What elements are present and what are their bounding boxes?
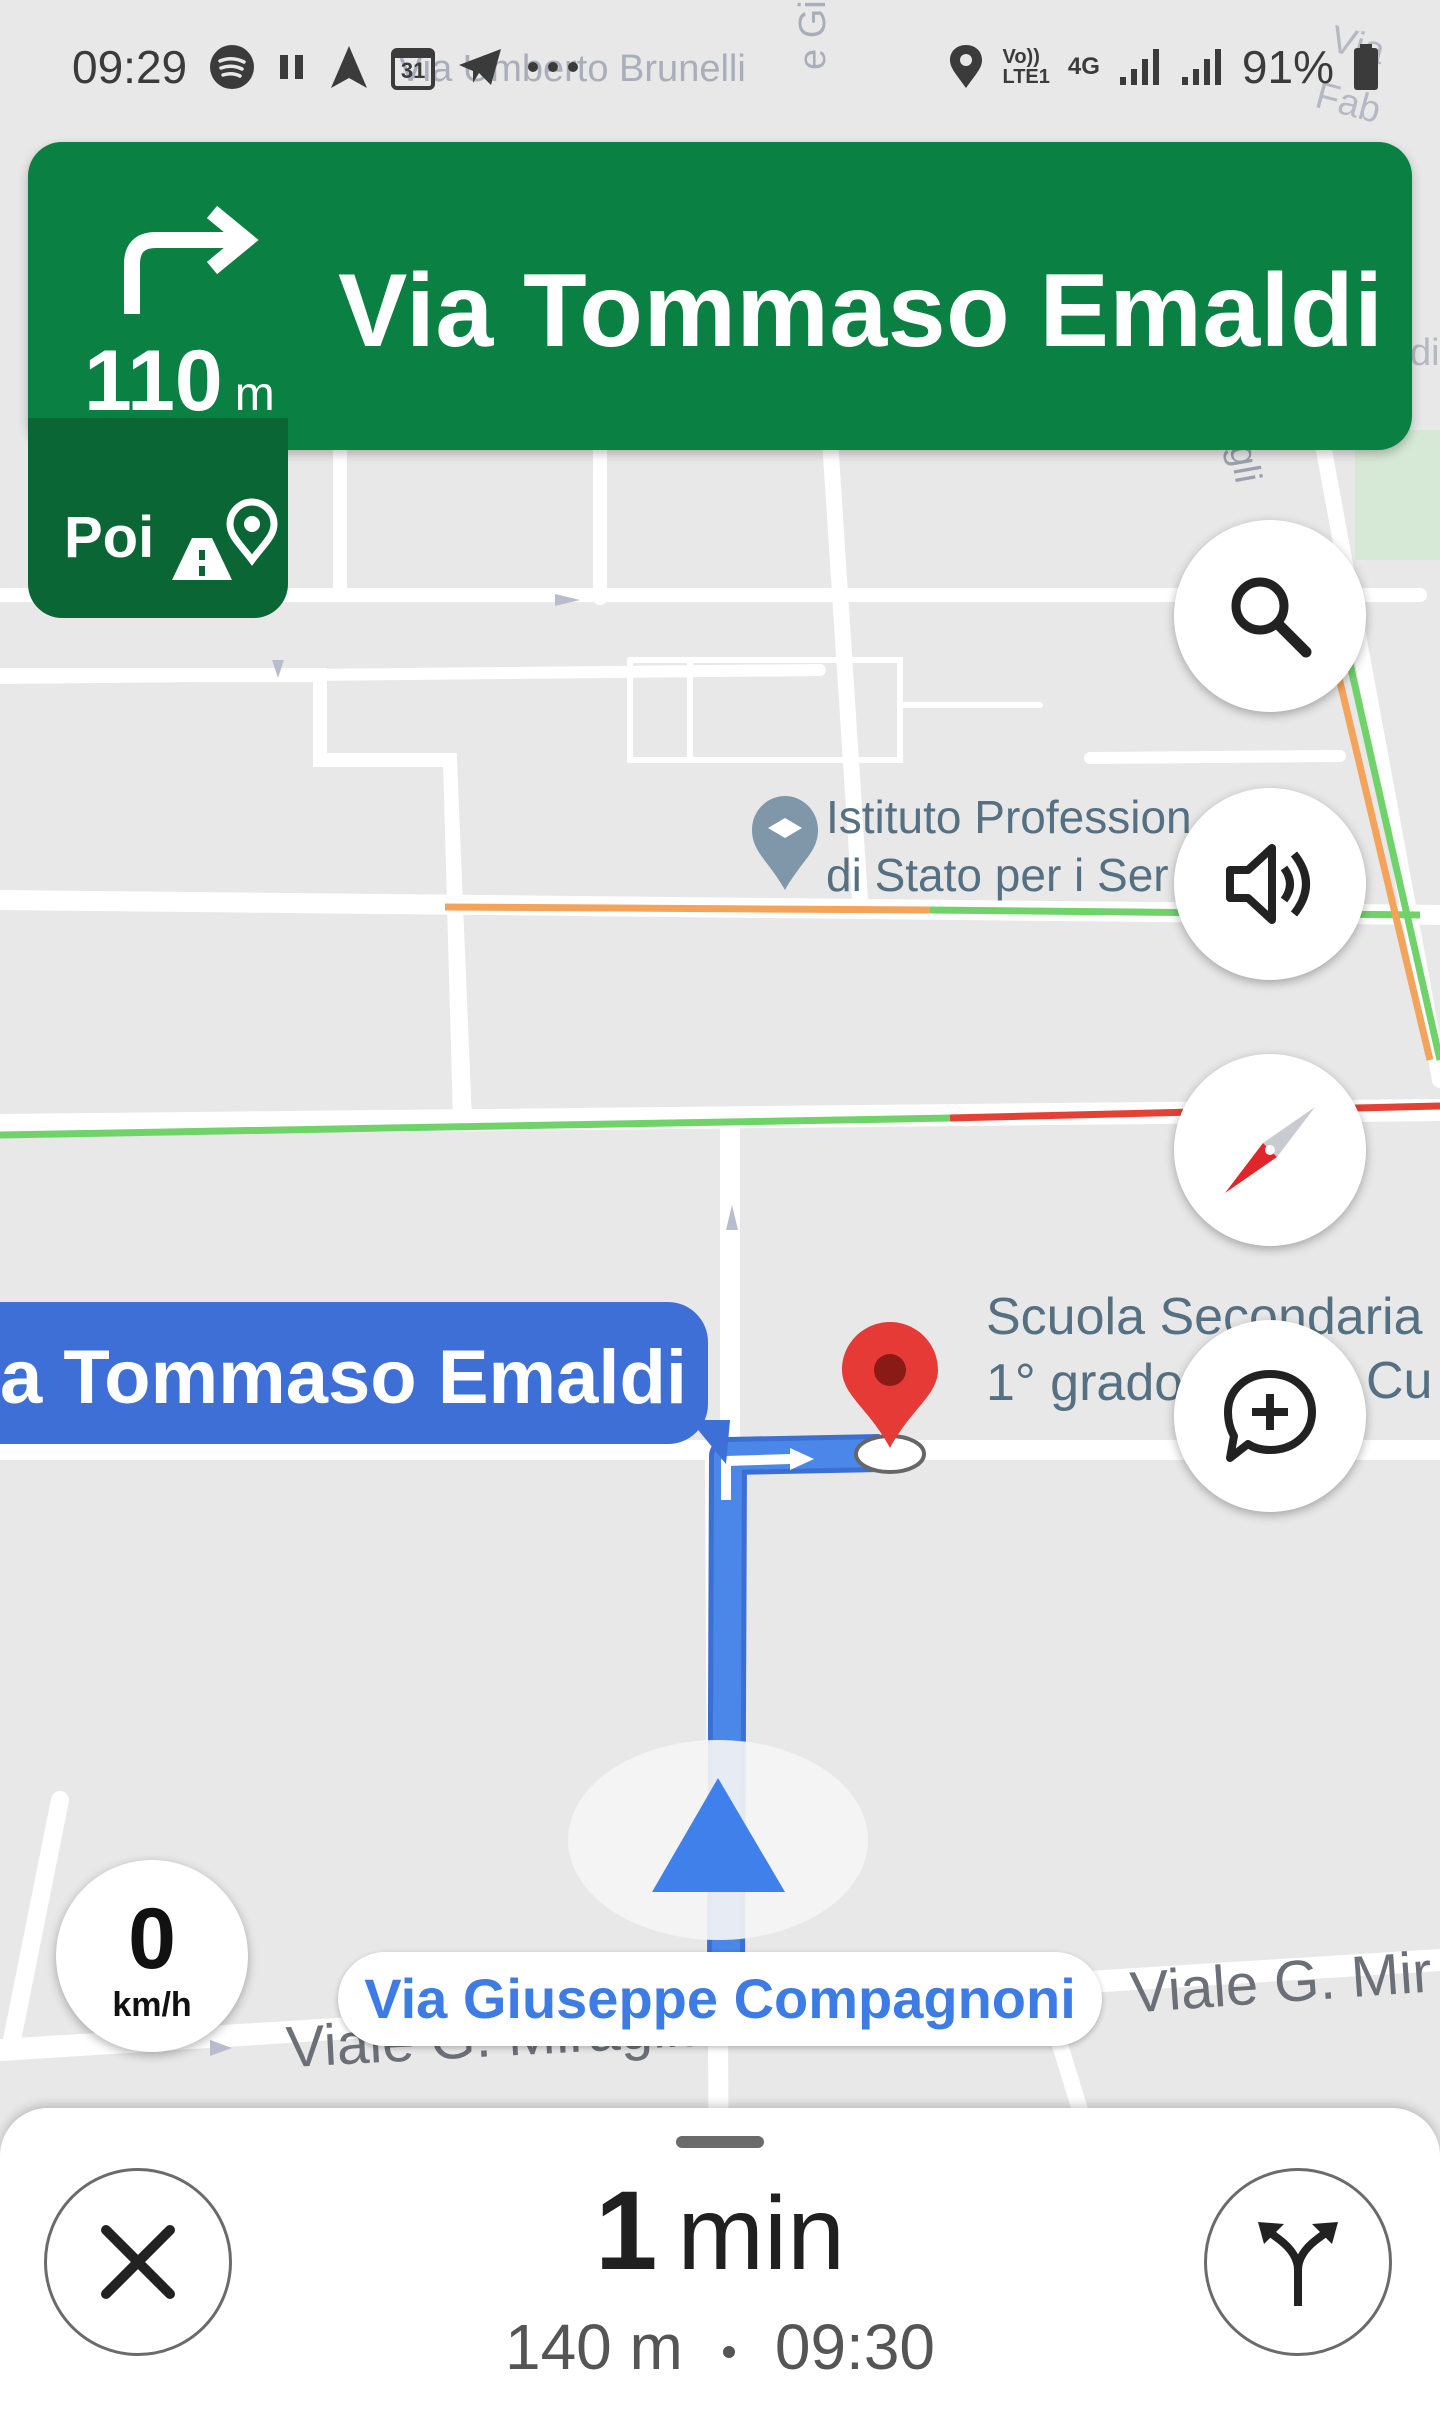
drag-handle[interactable] <box>676 2136 764 2148</box>
trip-summary-panel[interactable]: 1 min 140 m 09:30 <box>0 2108 1440 2420</box>
battery-icon <box>1354 44 1378 90</box>
turn-right-icon <box>124 205 259 314</box>
separator-dot <box>722 2346 735 2359</box>
battery-percent: 91% <box>1241 41 1334 93</box>
clock: 09:29 <box>72 41 188 93</box>
status-bar-right: Vo)) LTE1 4G 91% <box>948 40 1380 94</box>
alternate-routes-button[interactable] <box>1204 2168 1392 2356</box>
more-dots-icon <box>528 62 579 72</box>
distance-value: 110 <box>84 333 223 429</box>
speedometer: 0 km/h <box>56 1860 248 2052</box>
signal-icon <box>1119 49 1159 85</box>
distance-to-turn: 110 m <box>84 332 275 431</box>
calendar-day: 31 <box>400 58 426 83</box>
speed-value: 0 <box>128 1891 176 1987</box>
then-instruction[interactable]: Poi <box>28 418 288 618</box>
location-icon <box>950 45 983 88</box>
poi-label-istituto: Istituto Profession di Stato per i Ser <box>826 788 1192 904</box>
callout-pointer <box>690 1420 730 1464</box>
speed-unit: km/h <box>112 1986 192 2024</box>
signal-icon <box>1181 49 1221 85</box>
spotify-icon <box>210 45 255 89</box>
search-button[interactable] <box>1174 520 1366 712</box>
status-bar-left: 09:29 31 <box>72 40 581 94</box>
remaining-distance: 140 m <box>504 2311 683 2383</box>
destination-icon <box>172 498 278 580</box>
eta-unit: min <box>677 2176 845 2292</box>
compass-button[interactable] <box>1174 1054 1366 1246</box>
navigation-icon <box>331 46 368 88</box>
add-report-icon <box>1224 1370 1316 1462</box>
poi-label-scuola-tail: Cu <box>1366 1352 1433 1410</box>
status-bar: 09:29 31 Vo)) LTE1 4G 91% <box>0 0 1440 130</box>
current-street-label: Via Giuseppe Compagnoni <box>338 1952 1102 2046</box>
navigation-instruction-banner[interactable]: 110 m Via Tommaso Emaldi <box>28 142 1412 450</box>
route-street-callout: a Tommaso Emaldi <box>0 1302 708 1444</box>
map-street-label: di <box>1410 332 1440 374</box>
volte-indicator: Vo)) LTE1 <box>1002 46 1050 88</box>
current-location-marker <box>568 1740 868 1940</box>
compass-icon <box>1225 1107 1315 1193</box>
volume-icon <box>1226 844 1310 924</box>
route-fork-icon <box>1258 2222 1338 2306</box>
network-type: 4G <box>1067 53 1100 80</box>
poi-label-line: Istituto Profession <box>826 791 1192 843</box>
then-label: Poi <box>64 505 155 570</box>
sound-button[interactable] <box>1174 788 1366 980</box>
add-report-button[interactable] <box>1174 1320 1366 1512</box>
calendar-icon: 31 <box>391 44 436 90</box>
poi-label-line: di Stato per i Ser <box>826 849 1169 901</box>
destination-pin-icon <box>842 1322 938 1474</box>
route-street-callout-text: a Tommaso Emaldi <box>0 1335 688 1420</box>
telegram-icon <box>459 49 502 85</box>
poi-label-line: Scuola Secondaria <box>986 1288 1423 1346</box>
eta-value: 1 <box>595 2168 658 2293</box>
distance-unit: m <box>234 368 275 421</box>
next-street-name: Via Tommaso Emaldi <box>338 253 1384 369</box>
pause-icon <box>280 55 304 79</box>
arrival-time: 09:30 <box>774 2311 936 2383</box>
search-icon <box>1231 577 1312 658</box>
